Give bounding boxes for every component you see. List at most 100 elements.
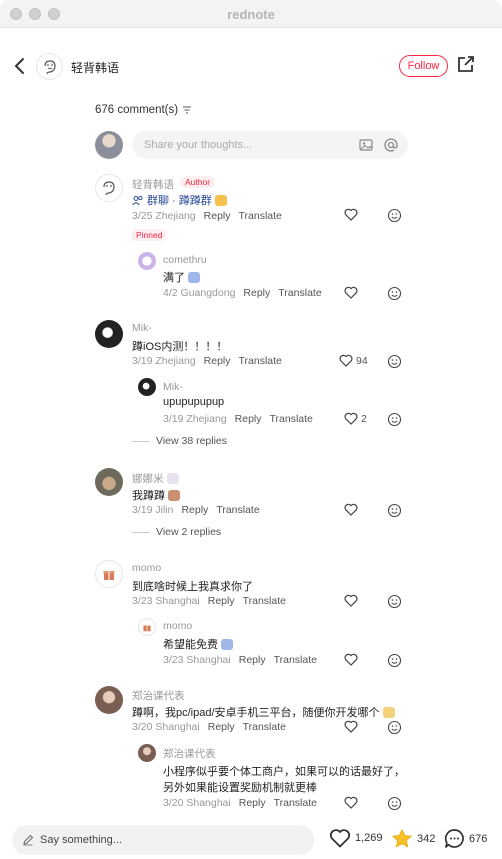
translate-button[interactable]: Translate [243, 595, 286, 607]
author-avatar[interactable] [36, 53, 63, 80]
emoji-react-icon[interactable] [387, 796, 402, 811]
emoji-react-icon[interactable] [387, 653, 402, 668]
comment-author[interactable]: Mik- [163, 381, 183, 393]
like-button[interactable] [344, 503, 358, 516]
emoji-react-icon[interactable] [387, 594, 402, 609]
say-something-input[interactable]: Say something... [12, 825, 314, 855]
comment-meta: 3/19 Zhejiang Reply Translate [132, 355, 282, 367]
emoji-react-icon[interactable] [387, 503, 402, 518]
comment-meta: 3/23 Shanghai Reply Translate [132, 595, 286, 607]
mention-icon[interactable] [383, 137, 399, 153]
comment-date: 3/23 [163, 654, 184, 666]
group-chat-link[interactable]: 群聊 · 蹲蹲群 [147, 192, 212, 208]
translate-button[interactable]: Translate [216, 504, 259, 516]
emoji-react-icon[interactable] [387, 208, 402, 223]
collect-stat-button[interactable]: 342 [391, 828, 435, 849]
like-button[interactable] [344, 286, 358, 299]
comment-meta: 3/19 Zhejiang Reply Translate [163, 413, 313, 425]
avatar[interactable] [95, 468, 123, 496]
note-header: 轻背韩语 Follow [0, 40, 502, 92]
comment-author[interactable]: 娜娜米 [132, 471, 179, 486]
avatar[interactable] [138, 252, 156, 270]
avatar[interactable] [95, 320, 123, 348]
avatar[interactable] [95, 174, 123, 202]
emoji-icon [188, 271, 200, 283]
comment-meta: 3/23 Shanghai Reply Translate [163, 654, 317, 666]
translate-button[interactable]: Translate [278, 287, 321, 299]
reply-button[interactable]: Reply [239, 654, 266, 666]
translate-button[interactable]: Translate [274, 797, 317, 809]
author-badge: Author [180, 176, 216, 188]
like-count: 94 [356, 354, 368, 367]
comment-author[interactable]: momo [132, 562, 161, 574]
window-titlebar: rednote [0, 0, 502, 28]
comment-date: 3/19 [163, 413, 184, 425]
emoji-react-icon[interactable] [387, 286, 402, 301]
follow-button[interactable]: Follow [399, 55, 448, 77]
like-button[interactable]: 94 [339, 354, 368, 367]
comment-text-line2: 另外如果能设置奖励机制就更棒 [163, 782, 317, 794]
avatar[interactable] [138, 744, 156, 762]
like-stat-button[interactable]: 1,269 [329, 828, 383, 848]
comment-location: Shanghai [186, 797, 231, 809]
reply-button[interactable]: Reply [181, 504, 208, 516]
reply-button[interactable]: Reply [235, 413, 262, 425]
like-count: 2 [361, 412, 367, 425]
sort-icon[interactable] [182, 106, 192, 114]
comment-author[interactable]: 轻背韩语 [132, 177, 174, 192]
share-button[interactable] [456, 54, 478, 76]
comment-location: Guangdong [180, 287, 236, 299]
back-button[interactable] [8, 54, 30, 78]
comment-author[interactable]: 郑治课代表 [163, 746, 216, 761]
avatar[interactable] [138, 618, 156, 636]
comment-location: Shanghai [186, 654, 231, 666]
reply-button[interactable]: Reply [208, 595, 235, 607]
comment-date: 4/2 [163, 287, 178, 299]
reply-button[interactable]: Reply [204, 210, 231, 222]
comment-author-name: 娜娜米 [132, 473, 164, 485]
comment-text: 小程序似乎要个体工商户，如果可以的话最好了， [163, 766, 405, 778]
like-button[interactable] [344, 594, 358, 607]
bunny-emoji-icon [166, 473, 179, 484]
translate-button[interactable]: Translate [274, 654, 317, 666]
emoji-react-icon[interactable] [387, 412, 402, 427]
view-replies-label: View 2 replies [156, 526, 222, 538]
emoji-icon [382, 706, 395, 718]
like-button[interactable]: 2 [344, 412, 367, 425]
reply-button[interactable]: Reply [239, 797, 266, 809]
like-button[interactable] [344, 208, 358, 221]
comment-stat-button[interactable]: 676 [444, 828, 487, 849]
emoji-react-icon[interactable] [387, 720, 402, 735]
translate-button[interactable]: Translate [243, 721, 286, 733]
reply-button[interactable]: Reply [243, 287, 270, 299]
view-replies-button[interactable]: View 38 replies [132, 435, 227, 447]
emoji-icon [214, 194, 227, 206]
comment-author[interactable]: Mik- [132, 322, 152, 334]
heart-icon [339, 354, 353, 367]
comment-location: Zhejiang [186, 413, 227, 425]
doodle-face-icon [43, 59, 56, 74]
avatar[interactable] [138, 378, 156, 396]
avatar[interactable] [95, 560, 123, 588]
like-button[interactable] [344, 720, 358, 733]
translate-button[interactable]: Translate [239, 210, 282, 222]
comment-count-label: 676 comment(s) [95, 104, 179, 116]
emoji-react-icon[interactable] [387, 354, 402, 369]
heart-icon [344, 286, 358, 299]
author-name[interactable]: 轻背韩语 [71, 59, 119, 76]
image-icon[interactable] [358, 137, 374, 153]
avatar[interactable] [95, 686, 123, 714]
comment-meta: 4/2 Guangdong Reply Translate [163, 287, 322, 299]
reply-button[interactable]: Reply [204, 355, 231, 367]
comment-count: 676 comment(s) [95, 104, 192, 116]
like-button[interactable] [344, 653, 358, 666]
view-replies-button[interactable]: View 2 replies [132, 526, 221, 538]
comment-author[interactable]: comethru [163, 254, 207, 266]
reply-button[interactable]: Reply [208, 721, 235, 733]
translate-button[interactable]: Translate [270, 413, 313, 425]
translate-button[interactable]: Translate [239, 355, 282, 367]
comment-author[interactable]: momo [163, 620, 192, 632]
like-button[interactable] [344, 796, 358, 809]
comment-author[interactable]: 郑治课代表 [132, 688, 185, 703]
comment-input[interactable]: Share your thoughts... [132, 131, 408, 159]
